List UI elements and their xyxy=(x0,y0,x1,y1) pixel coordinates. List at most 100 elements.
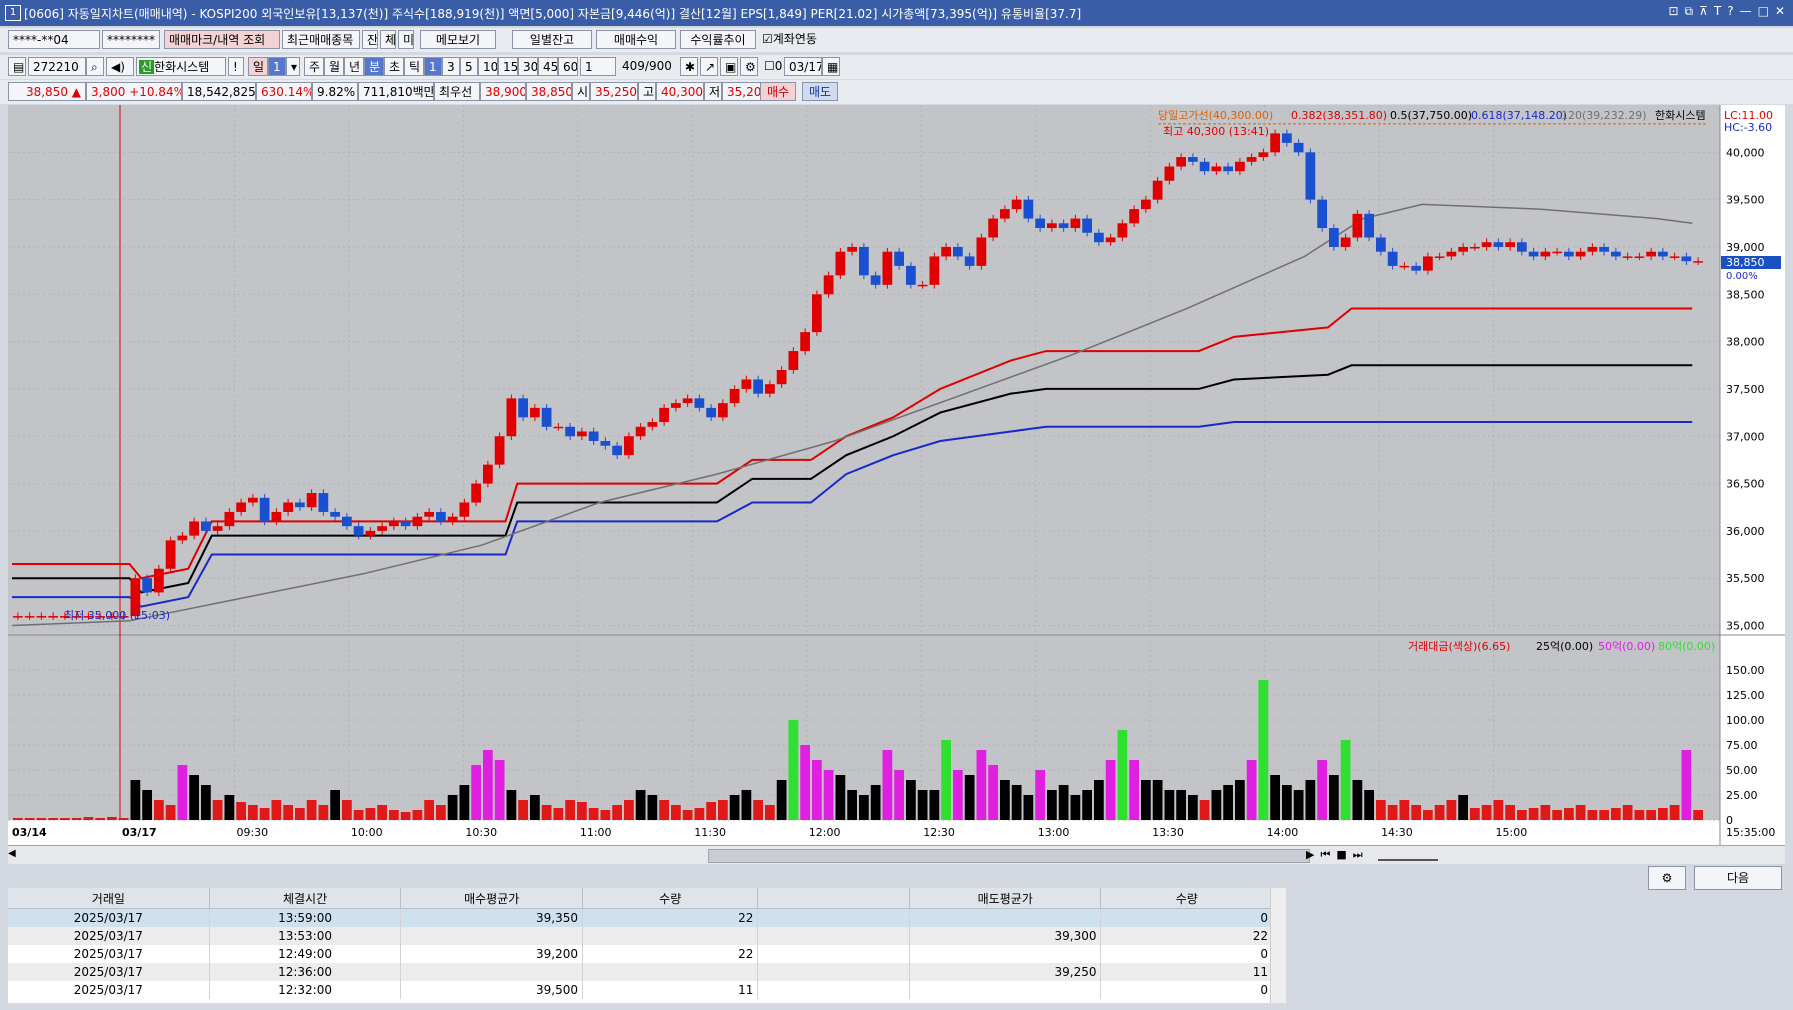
candle-body xyxy=(1070,218,1081,229)
interval-select[interactable]: 1 xyxy=(580,57,616,76)
minute-10-button[interactable]: 10 xyxy=(478,57,498,76)
scroll-left-icon[interactable]: ◀ xyxy=(8,848,20,862)
table-row[interactable]: 2025/03/17 12:32:00 39,500 11 0 xyxy=(8,981,1273,999)
minute-5-button[interactable]: 5 xyxy=(460,57,478,76)
minute-60-button[interactable]: 60 xyxy=(558,57,578,76)
candle-body xyxy=(1505,242,1515,247)
volume-bar xyxy=(976,750,987,820)
maximize-button[interactable]: □ xyxy=(1758,4,1769,19)
candle-body xyxy=(1164,166,1175,181)
sound-icon[interactable]: ◀) xyxy=(106,57,134,76)
search-icon[interactable]: ⌕ xyxy=(86,57,104,76)
stock-code-input[interactable]: 272210 xyxy=(28,57,86,76)
chart-scrollbar[interactable]: ◀ ▶ ⏮ ■ ⏭ xyxy=(8,845,1785,864)
minute-45-button[interactable]: 45 xyxy=(538,57,558,76)
current-price-tag: 38,850 xyxy=(1726,256,1765,269)
trade-profit-button[interactable]: 매매수익 xyxy=(596,30,676,49)
stock-name-field[interactable]: 신 한화시스템 xyxy=(136,57,226,76)
cell-date: 2025/03/17 xyxy=(8,981,210,999)
trade-history-button[interactable]: 매매마크/내역 조회 xyxy=(164,30,280,49)
table-row[interactable]: 2025/03/17 13:59:00 39,350 22 0 xyxy=(8,908,1273,927)
memo-button[interactable]: 메모보기 xyxy=(420,30,496,49)
table-scrollbar[interactable] xyxy=(1270,888,1286,1003)
candle-body xyxy=(1352,213,1363,238)
period-year-button[interactable]: 년 xyxy=(344,57,364,76)
candle-body xyxy=(1258,152,1269,158)
font-icon[interactable]: T xyxy=(1714,4,1721,19)
zero-checkbox[interactable]: ☐0 xyxy=(760,57,782,76)
close-button[interactable]: ✕ xyxy=(1775,4,1785,19)
scroll-thumb[interactable] xyxy=(708,849,1310,863)
account-select[interactable]: ****-**04 xyxy=(8,30,100,49)
period-day-button[interactable]: 일 xyxy=(248,57,268,76)
minimize-button[interactable]: — xyxy=(1740,4,1752,19)
date-field[interactable]: 03/17 xyxy=(784,57,822,76)
warning-icon[interactable]: ! xyxy=(228,57,244,76)
cell-gap xyxy=(757,927,910,945)
table-row[interactable]: 2025/03/17 13:53:00 39,300 22 xyxy=(8,927,1273,945)
indicator-icon[interactable]: ✱ xyxy=(680,57,698,76)
candle-body xyxy=(518,398,528,418)
next-button[interactable]: 다음 xyxy=(1694,866,1782,890)
table-row[interactable]: 2025/03/17 12:49:00 39,200 22 0 xyxy=(8,945,1273,963)
cell-gap xyxy=(757,945,910,963)
password-field[interactable]: ******** xyxy=(102,30,160,49)
candle-body xyxy=(1329,228,1339,247)
dock-icon[interactable]: ⊡ xyxy=(1668,4,1678,19)
period-second-button[interactable]: 초 xyxy=(384,57,404,76)
candle-body xyxy=(929,256,940,285)
price-tick-label: 38,000 xyxy=(1726,336,1765,349)
volume-bar xyxy=(1117,730,1128,820)
cell-buy-qty xyxy=(582,927,759,945)
minute-3-button[interactable]: 3 xyxy=(442,57,460,76)
price-volume-chart[interactable]: 40,000 39,500 39,000 38,500 38,000 37,500 37,0… xyxy=(8,105,1785,845)
chart-area[interactable]: 40,000 39,500 39,000 38,500 38,000 37,500 37,0… xyxy=(8,105,1785,845)
volume-bar xyxy=(1188,795,1198,820)
play-icon[interactable]: ▶ xyxy=(1306,848,1314,862)
table-row[interactable]: 2025/03/17 12:36:00 39,250 11 xyxy=(8,963,1273,981)
settings-button[interactable]: ⚙ xyxy=(1648,866,1686,890)
buy-button[interactable]: 매수 xyxy=(760,82,796,101)
minute-1-button[interactable]: 1 xyxy=(424,57,442,76)
pin-icon[interactable]: ⊼ xyxy=(1699,4,1708,19)
first-icon[interactable]: ⏮ xyxy=(1320,848,1330,862)
volume-tick-label: 50.00 xyxy=(1726,764,1758,777)
draw-icon[interactable]: ↗ xyxy=(700,57,718,76)
sell-button[interactable]: 매도 xyxy=(802,82,838,101)
period-tick-button[interactable]: 틱 xyxy=(404,57,424,76)
price-tick-label: 39,000 xyxy=(1726,241,1765,254)
trade-amount: 711,810백만 xyxy=(358,82,434,101)
period-week-button[interactable]: 주 xyxy=(304,57,324,76)
volume-bar xyxy=(1258,680,1269,820)
help-icon[interactable]: ? xyxy=(1727,4,1733,19)
account-link-checkbox[interactable]: ☑계좌연동 xyxy=(758,30,828,49)
tile-icon[interactable]: ⧉ xyxy=(1685,4,1694,19)
save-icon[interactable]: ▣ xyxy=(720,57,738,76)
candle-body xyxy=(165,540,176,569)
minute-15-button[interactable]: 15 xyxy=(498,57,518,76)
day-value-select[interactable]: 1 xyxy=(268,57,286,76)
candle-body xyxy=(154,568,164,593)
period-minute-button[interactable]: 분 xyxy=(364,57,384,76)
execution-button[interactable]: 체 xyxy=(380,30,396,49)
layout-icon[interactable]: ▤ xyxy=(8,57,26,76)
chevron-down-icon[interactable]: ▾ xyxy=(286,57,300,76)
candle-body xyxy=(48,616,58,618)
balance-button[interactable]: 잔 xyxy=(362,30,378,49)
recent-trade-button[interactable]: 최근매매종목 xyxy=(282,30,360,49)
zoom-slider[interactable] xyxy=(1378,849,1438,861)
window-title: [0606] 자동일지차트(매매내역) - KOSPI200 외국인보유[13,… xyxy=(24,7,1082,21)
minute-30-button[interactable]: 30 xyxy=(518,57,538,76)
zero-checkbox-label: 0 xyxy=(774,59,782,73)
profit-trend-button[interactable]: 수익률추이 xyxy=(680,30,756,49)
daily-balance-button[interactable]: 일별잔고 xyxy=(512,30,592,49)
gear-icon[interactable]: ⚙ xyxy=(740,57,758,76)
calendar-icon[interactable]: ▦ xyxy=(822,57,840,76)
period-month-button[interactable]: 월 xyxy=(324,57,344,76)
quote-bar: 38,850 ▲ 3,800 +10.84% 18,542,825 630.14… xyxy=(0,80,1793,104)
stop-icon[interactable]: ■ xyxy=(1336,848,1346,862)
last-icon[interactable]: ⏭ xyxy=(1353,848,1363,862)
unfilled-button[interactable]: 미 xyxy=(398,30,414,49)
volume-bar xyxy=(1540,805,1551,820)
price-tick-label: 38,500 xyxy=(1726,288,1765,301)
